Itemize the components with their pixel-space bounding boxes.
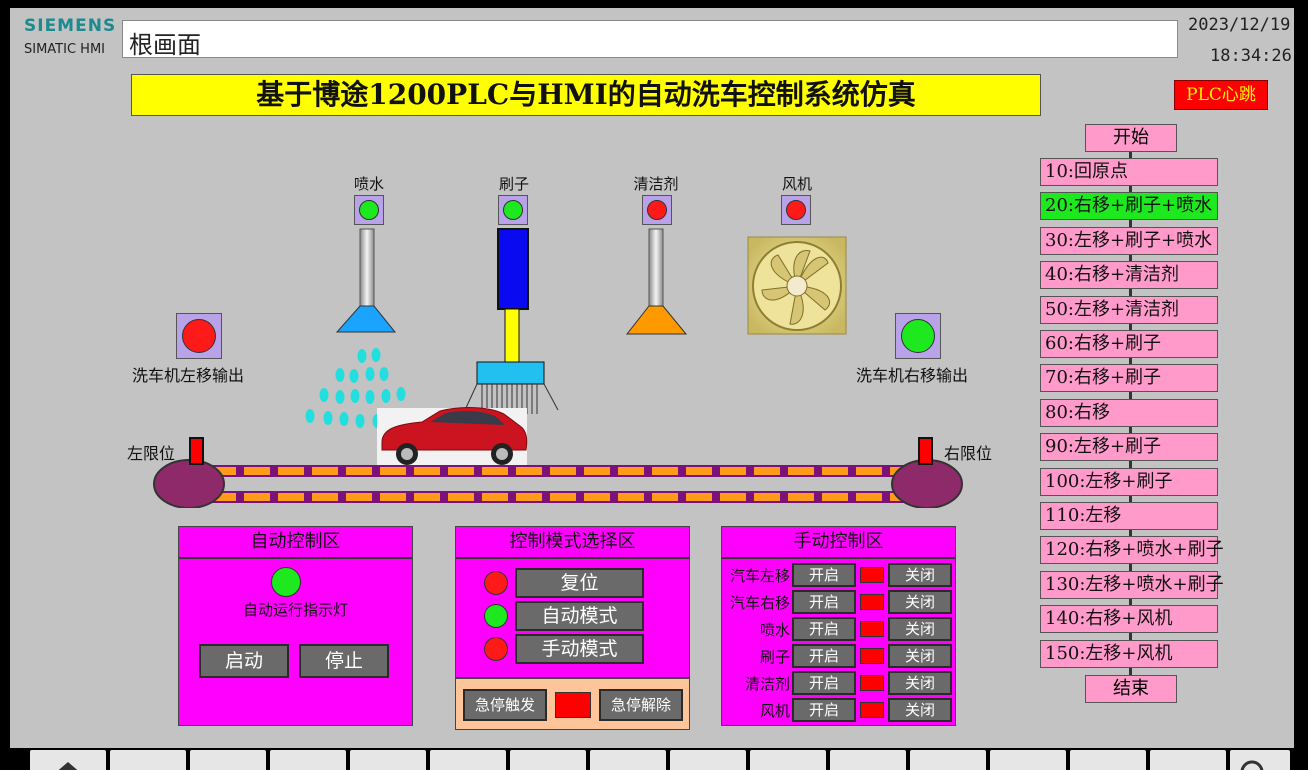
auto-panel-title: 自动控制区 — [179, 527, 412, 559]
sequence-step: 110:左移 — [1040, 502, 1218, 530]
manual-on-button[interactable]: 开启 — [792, 698, 856, 722]
hmi-screen: SIEMENS SIMATIC HMI 根画面 2023/12/19 18:34… — [10, 8, 1294, 770]
sequence-step: 50:左移+清洁剂 — [1040, 295, 1218, 324]
manual-panel-title: 手动控制区 — [722, 527, 955, 559]
emergency-stop-panel: 急停触发 急停解除 — [455, 678, 690, 730]
right-move-output-label: 洗车机右移输出 — [856, 366, 969, 385]
manual-row-label: 喷水 — [759, 621, 790, 639]
function-key-f7[interactable] — [510, 750, 586, 770]
left-limit-label: 左限位 — [127, 444, 176, 463]
sequence-start: 开始 — [1085, 124, 1177, 152]
reset-mode-lamp — [484, 571, 508, 595]
function-key-f6[interactable] — [430, 750, 506, 770]
sequence-step: 130:左移+喷水+刷子 — [1040, 570, 1224, 599]
function-key-f11[interactable] — [830, 750, 906, 770]
manual-row-label: 刷子 — [759, 648, 790, 666]
sequence-step: 20:右移+刷子+喷水 — [1040, 192, 1218, 221]
manual-row-label: 汽车右移 — [729, 594, 790, 612]
function-key-f12[interactable] — [910, 750, 986, 770]
manual-row-label: 风机 — [759, 702, 790, 720]
function-key-f15[interactable] — [1150, 750, 1226, 770]
manual-off-button[interactable]: 关闭 — [888, 590, 952, 614]
manual-on-button[interactable]: 开启 — [792, 590, 856, 614]
auto-control-panel: 自动控制区 自动运行指示灯 启动 停止 — [178, 526, 413, 726]
manual-state-indicator — [860, 675, 884, 691]
manual-state-indicator — [860, 702, 884, 718]
mode-panel-title: 控制模式选择区 — [456, 527, 689, 559]
right-limit-label: 右限位 — [944, 444, 993, 463]
function-key-f5[interactable] — [350, 750, 426, 770]
manual-control-panel: 手动控制区 汽车左移 开启 关闭 汽车右移 开启 关闭 喷水 开启 关闭 刷子 开启 关闭 清洁剂 开启关… — [721, 526, 956, 726]
manual-state-indicator — [860, 621, 884, 637]
function-key-f14[interactable] — [1070, 750, 1146, 770]
sequence-step: 70:右移+刷子 — [1040, 364, 1218, 393]
sequence-step: 40:右移+清洁剂 — [1040, 261, 1218, 290]
manual-row-label: 清洁剂 — [744, 675, 790, 693]
manual-state-indicator — [860, 594, 884, 610]
mode-select-panel: 控制模式选择区 复位 自动模式 手动模式 — [455, 526, 690, 678]
manual-row-label: 汽车左移 — [729, 567, 790, 585]
function-key-f3[interactable] — [190, 750, 266, 770]
sequence-step: 150:左移+风机 — [1040, 639, 1218, 668]
sequence-step: 120:右移+喷水+刷子 — [1040, 536, 1224, 565]
manual-on-button[interactable]: 开启 — [792, 617, 856, 641]
function-key-f13[interactable] — [990, 750, 1066, 770]
function-key-f2[interactable] — [110, 750, 186, 770]
manual-off-button[interactable]: 关闭 — [888, 563, 952, 587]
manual-off-button[interactable]: 关闭 — [888, 671, 952, 695]
settings-key-button[interactable] — [1230, 750, 1290, 770]
auto-run-indicator-label: 自动运行指示灯 — [242, 601, 348, 619]
right-move-output-lamp — [895, 313, 941, 359]
manual-off-button[interactable]: 关闭 — [888, 617, 952, 641]
estop-trigger-button[interactable]: 急停触发 — [463, 689, 547, 721]
start-button[interactable]: 启动 — [199, 644, 289, 678]
sequence-step: 90:左移+刷子 — [1040, 433, 1218, 462]
auto-mode-button[interactable]: 自动模式 — [515, 601, 644, 631]
function-key-f9[interactable] — [670, 750, 746, 770]
sequence-step: 30:左移+刷子+喷水 — [1040, 226, 1218, 255]
auto-mode-lamp — [484, 604, 508, 628]
auto-run-indicator-lamp — [271, 567, 301, 597]
function-key-f8[interactable] — [590, 750, 666, 770]
manual-state-indicator — [860, 567, 884, 583]
left-move-output-label: 洗车机左移输出 — [132, 366, 245, 385]
manual-off-button[interactable]: 关闭 — [888, 698, 952, 722]
sequence-end: 结束 — [1085, 675, 1177, 703]
manual-off-button[interactable]: 关闭 — [888, 644, 952, 668]
manual-mode-lamp — [484, 637, 508, 661]
sequence-step: 100:左移+刷子 — [1040, 467, 1218, 496]
sequence-step: 10:回原点 — [1040, 158, 1218, 186]
function-key-f10[interactable] — [750, 750, 826, 770]
manual-on-button[interactable]: 开启 — [792, 671, 856, 695]
stop-button[interactable]: 停止 — [299, 644, 389, 678]
reset-button[interactable]: 复位 — [515, 568, 644, 598]
estop-status-indicator — [555, 692, 591, 718]
left-move-output-lamp — [176, 313, 222, 359]
estop-release-button[interactable]: 急停解除 — [599, 689, 683, 721]
manual-state-indicator — [860, 648, 884, 664]
home-key-button[interactable] — [30, 750, 106, 770]
sequence-step: 140:右移+风机 — [1040, 605, 1218, 634]
manual-on-button[interactable]: 开启 — [792, 563, 856, 587]
function-key-f4[interactable] — [270, 750, 346, 770]
manual-mode-button[interactable]: 手动模式 — [515, 634, 644, 664]
sequence-step: 60:右移+刷子 — [1040, 330, 1218, 358]
sequence-step: 80:右移 — [1040, 398, 1218, 427]
manual-on-button[interactable]: 开启 — [792, 644, 856, 668]
